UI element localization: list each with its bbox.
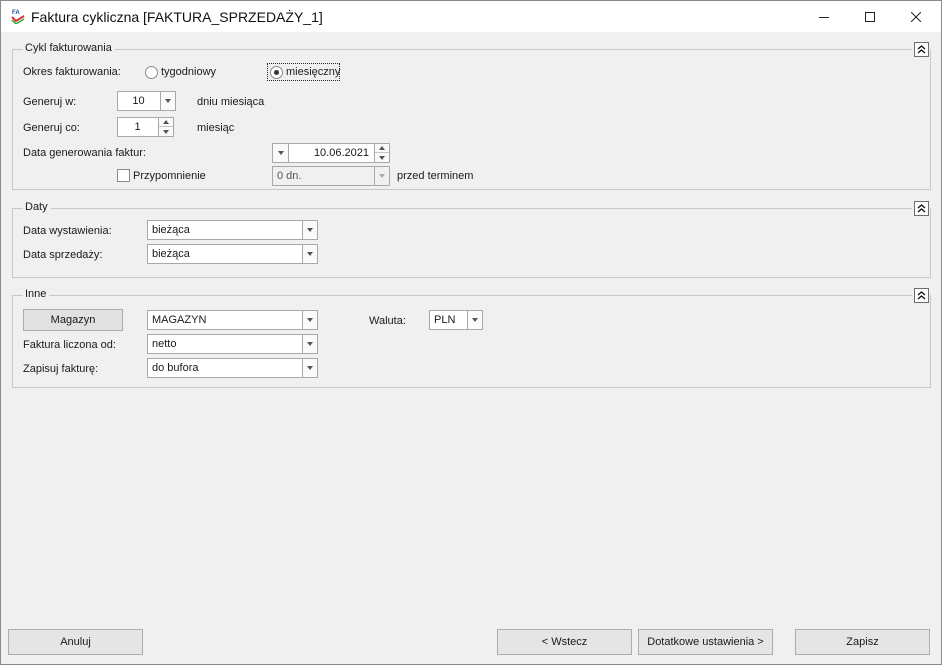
data-sprzedazy-dropdown-button[interactable] bbox=[302, 244, 318, 264]
close-button[interactable] bbox=[893, 1, 939, 32]
dialog-window: FA Faktura cykliczna [FAKTURA_SPRZEDAŻY_… bbox=[0, 0, 942, 665]
double-chevron-up-icon bbox=[917, 204, 926, 213]
chevron-up-icon bbox=[379, 146, 385, 150]
zapisz-button[interactable]: Zapisz bbox=[795, 629, 930, 655]
faktura-liczona-value: netto bbox=[152, 338, 177, 350]
date-dropdown-button[interactable] bbox=[272, 143, 289, 163]
minimize-icon bbox=[819, 16, 829, 18]
collapse-inne-button[interactable] bbox=[914, 288, 929, 303]
collapse-cykl-button[interactable] bbox=[914, 42, 929, 57]
przypomnienie-select[interactable]: 0 dn. bbox=[272, 166, 390, 186]
data-gen-value: 10.06.2021 bbox=[313, 147, 369, 159]
minimize-button[interactable] bbox=[801, 1, 847, 32]
chevron-down-icon bbox=[472, 318, 478, 322]
close-icon bbox=[911, 11, 921, 22]
przypomnienie-dropdown-button[interactable] bbox=[374, 166, 390, 186]
faktura-liczona-dropdown-button[interactable] bbox=[302, 334, 318, 354]
app-icon: FA bbox=[11, 10, 25, 24]
maximize-icon bbox=[865, 11, 875, 22]
generuj-w-label: Generuj w: bbox=[23, 96, 77, 108]
group-title-cykl: Cykl fakturowania bbox=[23, 42, 114, 54]
generuj-co-suffix: miesiąc bbox=[197, 122, 235, 134]
chevron-down-icon bbox=[307, 252, 313, 256]
chevron-down-icon bbox=[165, 99, 171, 103]
wstecz-button[interactable]: < Wstecz bbox=[497, 629, 632, 655]
data-gen-date-field[interactable]: 10.06.2021 bbox=[272, 143, 390, 163]
chevron-down-icon bbox=[379, 174, 385, 178]
chevron-up-icon bbox=[163, 120, 169, 124]
generuj-co-value: 1 bbox=[134, 121, 141, 133]
data-gen-spin[interactable] bbox=[374, 143, 390, 163]
generuj-co-label: Generuj co: bbox=[23, 122, 80, 134]
radio-tygodniowy-label[interactable]: tygodniowy bbox=[161, 66, 216, 78]
group-title-daty: Daty bbox=[23, 201, 50, 213]
data-wystawienia-value: bieżąca bbox=[152, 224, 190, 236]
double-chevron-up-icon bbox=[917, 291, 926, 300]
data-wystawienia-dropdown-button[interactable] bbox=[302, 220, 318, 240]
waluta-dropdown-button[interactable] bbox=[467, 310, 483, 330]
magazyn-select[interactable]: MAGAZYN bbox=[147, 310, 318, 330]
zapisuj-fakture-label: Zapisuj fakturę: bbox=[23, 363, 99, 375]
data-gen-label: Data generowania faktur: bbox=[23, 147, 146, 159]
radio-miesieczny-label[interactable]: miesięczny bbox=[286, 66, 340, 78]
przypomnienie-checkbox[interactable] bbox=[117, 169, 130, 182]
group-title-inne: Inne bbox=[23, 288, 49, 300]
chevron-down-icon bbox=[307, 366, 313, 370]
magazyn-dropdown-button[interactable] bbox=[302, 310, 318, 330]
radio-tygodniowy[interactable] bbox=[145, 66, 158, 79]
title-bar: FA Faktura cykliczna [FAKTURA_SPRZEDAŻY_… bbox=[1, 1, 941, 32]
calendar-dropdown-icon bbox=[277, 151, 284, 155]
przypomnienie-suffix: przed terminem bbox=[397, 170, 474, 182]
zapisuj-fakture-dropdown-button[interactable] bbox=[302, 358, 318, 378]
double-chevron-up-icon bbox=[917, 45, 926, 54]
generuj-w-select[interactable]: 10 bbox=[117, 91, 176, 111]
maximize-button[interactable] bbox=[847, 1, 893, 32]
generuj-co-spin[interactable] bbox=[158, 117, 174, 137]
spin-up-button[interactable] bbox=[375, 144, 389, 153]
generuj-w-dropdown-button[interactable] bbox=[160, 91, 176, 111]
group-cykl-fakturowania: Cykl fakturowania Okres fakturowania: ty… bbox=[12, 42, 931, 190]
generuj-co-stepper[interactable]: 1 bbox=[117, 117, 174, 137]
data-sprzedazy-value: bieżąca bbox=[152, 248, 190, 260]
chevron-down-icon bbox=[379, 155, 385, 160]
data-wystawienia-label: Data wystawienia: bbox=[23, 225, 112, 237]
dodatkowe-ustawienia-button[interactable]: Dotatkowe ustawienia > bbox=[638, 629, 773, 655]
chevron-down-icon bbox=[307, 228, 313, 232]
waluta-label: Waluta: bbox=[369, 315, 406, 327]
faktura-liczona-select[interactable]: netto bbox=[147, 334, 318, 354]
chevron-down-icon bbox=[163, 129, 169, 134]
anuluj-button[interactable]: Anuluj bbox=[8, 629, 143, 655]
zapisuj-fakture-value: do bufora bbox=[152, 362, 199, 374]
waluta-value: PLN bbox=[434, 314, 456, 326]
chevron-down-icon bbox=[307, 342, 313, 346]
spin-down-button[interactable] bbox=[159, 127, 173, 136]
collapse-daty-button[interactable] bbox=[914, 201, 929, 216]
przypomnienie-label[interactable]: Przypomnienie bbox=[133, 170, 206, 182]
chevron-down-icon bbox=[307, 318, 313, 322]
magazyn-value: MAGAZYN bbox=[152, 314, 207, 326]
magazyn-button[interactable]: Magazyn bbox=[23, 309, 123, 331]
data-sprzedazy-select[interactable]: bieżąca bbox=[147, 244, 318, 264]
generuj-w-value: 10 bbox=[132, 95, 145, 107]
svg-text:FA: FA bbox=[12, 10, 20, 16]
okres-label: Okres fakturowania: bbox=[23, 66, 121, 78]
window-title: Faktura cykliczna [FAKTURA_SPRZEDAŻY_1] bbox=[31, 9, 323, 25]
waluta-select[interactable]: PLN bbox=[429, 310, 483, 330]
faktura-liczona-label: Faktura liczona od: bbox=[23, 339, 116, 351]
przypomnienie-value: 0 dn. bbox=[277, 170, 302, 182]
generuj-w-suffix: dniu miesiąca bbox=[197, 96, 265, 108]
spin-up-button[interactable] bbox=[159, 118, 173, 127]
data-sprzedazy-label: Data sprzedaży: bbox=[23, 249, 103, 261]
spin-down-button[interactable] bbox=[375, 153, 389, 162]
dialog-content: Cykl fakturowania Okres fakturowania: ty… bbox=[1, 32, 941, 622]
data-wystawienia-select[interactable]: bieżąca bbox=[147, 220, 318, 240]
group-inne: Inne Magazyn MAGAZYN Waluta: PLN Faktura… bbox=[12, 288, 931, 388]
zapisuj-fakture-select[interactable]: do bufora bbox=[147, 358, 318, 378]
group-daty: Daty Data wystawienia: bieżąca Data sprz… bbox=[12, 201, 931, 278]
